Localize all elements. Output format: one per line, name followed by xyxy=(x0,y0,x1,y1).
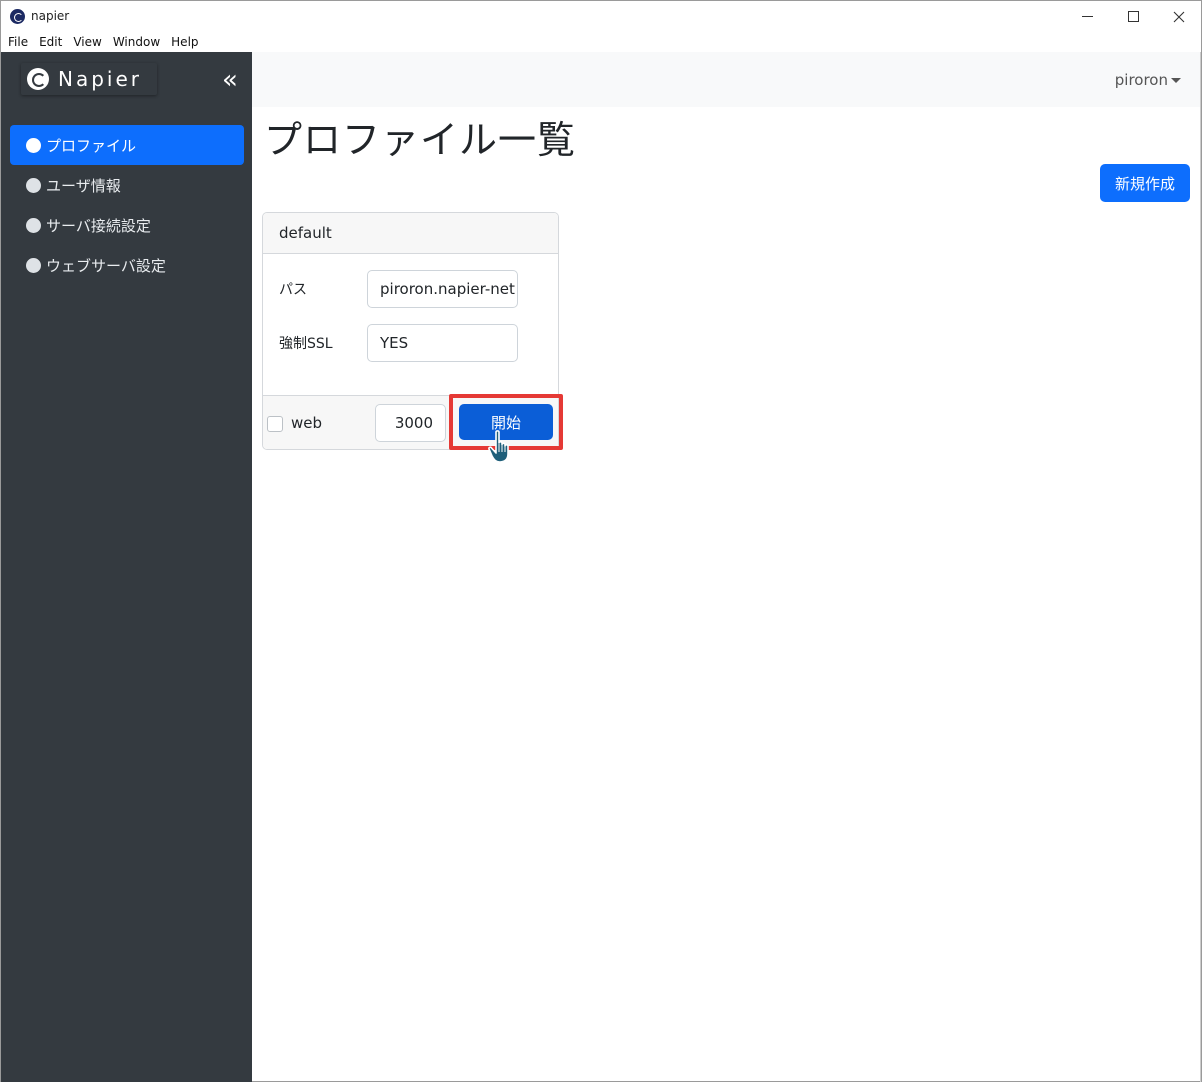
user-name: piroron xyxy=(1114,71,1168,89)
brand-name: Napier xyxy=(58,67,142,91)
user-menu-dropdown[interactable]: piroron xyxy=(1115,71,1181,89)
app-icon xyxy=(10,9,25,24)
scroll-edge xyxy=(1200,52,1201,1082)
hand-pointer-cursor-icon xyxy=(488,430,509,463)
maximize-icon xyxy=(1127,11,1139,22)
path-label: パス xyxy=(279,282,307,298)
sidebar-item-web-server[interactable]: ウェブサーバ設定 xyxy=(10,245,244,285)
napier-logo-icon xyxy=(27,68,49,90)
window-title: napier xyxy=(31,9,70,23)
collapse-sidebar-button[interactable]: « xyxy=(217,65,243,95)
close-icon xyxy=(1173,11,1185,22)
top-navbar: piroron xyxy=(252,52,1201,107)
sidebar-item-profile[interactable]: プロファイル xyxy=(10,125,244,165)
page-title: プロファイル一覧 xyxy=(264,118,577,162)
new-profile-button[interactable]: 新規作成 xyxy=(1100,164,1190,202)
force-ssl-label: 強制SSL xyxy=(279,336,333,352)
close-button[interactable] xyxy=(1156,1,1202,32)
maximize-button[interactable] xyxy=(1110,1,1156,32)
force-ssl-field[interactable]: YES xyxy=(367,324,518,362)
circle-icon xyxy=(26,217,41,233)
sidebar-item-user-info[interactable]: ユーザ情報 xyxy=(10,165,244,205)
sidebar-item-label: ウェブサーバ設定 xyxy=(46,256,166,275)
menu-help[interactable]: Help xyxy=(171,35,198,49)
web-label: web xyxy=(291,414,323,432)
menu-file[interactable]: File xyxy=(8,35,28,49)
caret-down-icon xyxy=(1171,77,1181,83)
circle-icon xyxy=(26,257,41,273)
menu-edit[interactable]: Edit xyxy=(39,35,62,49)
web-checkbox[interactable] xyxy=(267,416,283,432)
sidebar-item-label: サーバ接続設定 xyxy=(46,216,151,235)
menu-view[interactable]: View xyxy=(73,35,101,49)
sidebar-item-label: ユーザ情報 xyxy=(46,176,121,195)
minimize-button[interactable] xyxy=(1064,1,1110,32)
title-bar: napier xyxy=(1,1,1201,32)
path-field[interactable]: piroron.napier-net xyxy=(367,270,518,308)
port-field[interactable]: 3000 xyxy=(375,404,446,442)
sidebar: Napier « プロファイル ユーザ情報 サーバ接続設定 ウェブサーバ設定 xyxy=(1,52,252,1082)
profile-card-header: default xyxy=(263,213,558,254)
app-window: napier File Edit View Window Help Napier… xyxy=(0,0,1202,1082)
sidebar-item-server-connection[interactable]: サーバ接続設定 xyxy=(10,205,244,245)
profile-name: default xyxy=(279,224,332,242)
circle-icon xyxy=(26,177,41,193)
menu-window[interactable]: Window xyxy=(113,35,160,49)
sidebar-nav: プロファイル ユーザ情報 サーバ接続設定 ウェブサーバ設定 xyxy=(10,125,244,285)
sidebar-item-label: プロファイル xyxy=(46,136,137,155)
menu-bar: File Edit View Window Help xyxy=(1,32,1201,52)
path-row: パス piroron.napier-net xyxy=(263,270,558,308)
circle-icon xyxy=(26,137,41,153)
force-ssl-row: 強制SSL YES xyxy=(263,324,558,362)
minimize-icon xyxy=(1081,16,1093,17)
brand[interactable]: Napier xyxy=(21,63,157,95)
double-chevron-left-icon: « xyxy=(222,65,238,95)
